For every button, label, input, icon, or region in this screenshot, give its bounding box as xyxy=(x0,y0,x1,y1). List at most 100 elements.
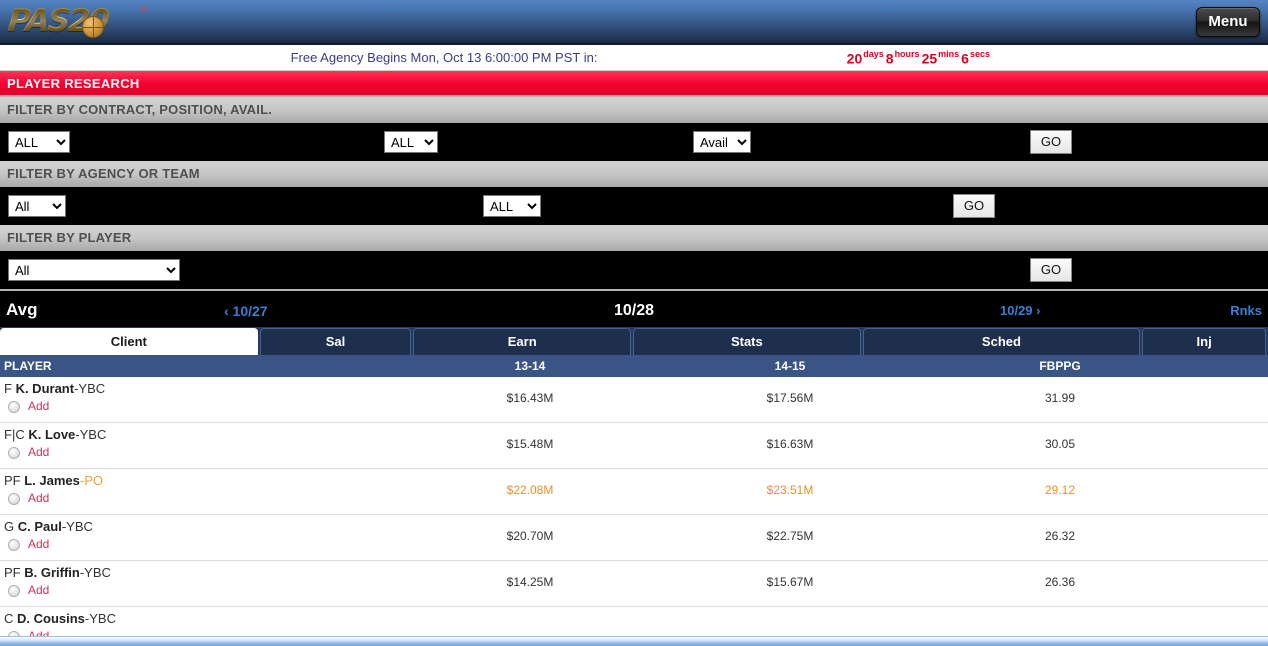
countdown-days: 20 xyxy=(846,50,863,67)
registered-mark: ® xyxy=(140,4,148,15)
player-go-button[interactable]: GO xyxy=(1030,258,1072,282)
cell-fbppg: 26.36 xyxy=(1044,575,1076,589)
select-player-radio[interactable] xyxy=(8,401,20,413)
filter-contract-heading: FILTER BY CONTRACT, POSITION, AVAIL. xyxy=(0,97,1268,123)
cell-sal-13-14: $14.25M xyxy=(506,575,554,589)
player-name-text: D. Cousins xyxy=(17,611,85,626)
agency-select[interactable]: All xyxy=(8,195,66,217)
player-status-suffix: -PO xyxy=(79,473,104,488)
filter-player-row: All GO xyxy=(0,251,1268,289)
tab-label: Inj xyxy=(1196,334,1212,349)
player-name-text: C. Paul xyxy=(17,519,62,534)
table-column-headers: PLAYER 13-14 14-15 FBPPG xyxy=(0,355,1268,377)
page-title: PLAYER RESEARCH xyxy=(0,71,1268,97)
tab-bar: Client Sal Earn Stats Sched Inj xyxy=(0,327,1268,355)
countdown-days-unit: days xyxy=(863,49,884,59)
add-player-link[interactable]: Add xyxy=(28,491,49,505)
player-position: G xyxy=(4,519,18,534)
table-row[interactable]: F|C K. Love-YBC Add $15.48M $16.63M 30.05 xyxy=(0,423,1268,469)
countdown-label: Free Agency Begins Mon, Oct 13 6:00:00 P… xyxy=(290,50,598,65)
column-header-fbppg: FBPPG xyxy=(1039,359,1081,373)
agency-go-button[interactable]: GO xyxy=(953,194,995,218)
player-name[interactable]: C D. Cousins-YBC xyxy=(4,611,116,626)
cell-sal-14-15: $17.56M xyxy=(766,391,814,405)
tab-earn[interactable]: Earn xyxy=(413,328,632,355)
position-select[interactable]: ALL xyxy=(384,131,438,153)
countdown-hours: 8 xyxy=(885,50,894,67)
filter-agency-row: All ALL GO xyxy=(0,187,1268,225)
countdown-secs-unit: secs xyxy=(969,49,990,59)
countdown-mins: 25 xyxy=(921,50,938,67)
add-player-link[interactable]: Add xyxy=(28,583,49,597)
contract-go-button[interactable]: GO xyxy=(1030,130,1072,154)
table-row[interactable]: PF L. James-PO Add $22.08M $23.51M 29.12 xyxy=(0,469,1268,515)
menu-button[interactable]: Menu xyxy=(1196,7,1260,37)
table-row[interactable]: G C. Paul-YBC Add $20.70M $22.75M 26.32 xyxy=(0,515,1268,561)
tab-label: Client xyxy=(110,334,147,349)
player-position: F|C xyxy=(4,427,29,442)
player-position: C xyxy=(4,611,17,626)
cell-fbppg: 31.99 xyxy=(1044,391,1076,405)
player-name[interactable]: F|C K. Love-YBC xyxy=(4,427,106,442)
ranks-link[interactable]: Rnks xyxy=(1230,303,1262,318)
tab-label: Earn xyxy=(507,334,537,349)
player-select[interactable]: All xyxy=(8,259,180,281)
date-navigation-bar: Avg ‹ 10/27 10/28 10/29 › Rnks xyxy=(0,289,1268,327)
team-select[interactable]: ALL xyxy=(483,195,541,217)
cell-sal-14-15: $16.63M xyxy=(766,437,814,451)
player-name[interactable]: PF L. James-PO xyxy=(4,473,103,488)
player-status-suffix: -YBC xyxy=(75,427,107,442)
cell-fbppg: 30.05 xyxy=(1044,437,1076,451)
player-name[interactable]: PF B. Griffin-YBC xyxy=(4,565,111,580)
player-status-suffix: -YBC xyxy=(74,381,106,396)
table-row[interactable]: F K. Durant-YBC Add $16.43M $17.56M 31.99 xyxy=(0,377,1268,423)
player-name-text: B. Griffin xyxy=(24,565,80,580)
cell-sal-13-14: $15.48M xyxy=(506,437,554,451)
add-player-link[interactable]: Add xyxy=(28,445,49,459)
player-position: PF xyxy=(4,473,25,488)
tab-client[interactable]: Client xyxy=(0,328,258,355)
basketball-icon xyxy=(82,16,104,38)
cell-sal-14-15: $22.75M xyxy=(766,529,814,543)
tab-label: Sal xyxy=(325,334,346,349)
player-table-body: F K. Durant-YBC Add $16.43M $17.56M 31.99 F|C… xyxy=(0,377,1268,646)
select-player-radio[interactable] xyxy=(8,585,20,597)
player-position: F xyxy=(4,381,16,396)
add-player-link[interactable]: Add xyxy=(28,537,49,551)
player-name-text: K. Love xyxy=(28,427,76,442)
countdown-mins-unit: mins xyxy=(938,49,960,59)
select-player-radio[interactable] xyxy=(8,447,20,459)
countdown-bar: Free Agency Begins Mon, Oct 13 6:00:00 P… xyxy=(0,45,1268,71)
contract-select[interactable]: ALL xyxy=(8,131,70,153)
tab-sched[interactable]: Sched xyxy=(862,328,1141,355)
column-header-13-14: 13-14 xyxy=(514,359,546,373)
current-date-label: 10/28 xyxy=(613,302,655,319)
cell-sal-13-14: $16.43M xyxy=(506,391,554,405)
column-header-player: PLAYER xyxy=(4,359,52,373)
cell-sal-14-15: $15.67M xyxy=(766,575,814,589)
next-date-link[interactable]: 10/29 › xyxy=(1000,303,1040,318)
horizontal-scrollbar[interactable] xyxy=(0,636,1268,646)
player-name[interactable]: F K. Durant-YBC xyxy=(4,381,105,396)
table-row[interactable]: PF B. Griffin-YBC Add $14.25M $15.67M 26.36 xyxy=(0,561,1268,607)
filter-contract-row: ALL ALL Avail GO xyxy=(0,123,1268,161)
select-player-radio[interactable] xyxy=(8,539,20,551)
tab-stats[interactable]: Stats xyxy=(633,328,861,355)
player-name[interactable]: G C. Paul-YBC xyxy=(4,519,93,534)
cell-sal-14-15: $23.51M xyxy=(766,483,814,497)
player-position: PF xyxy=(4,565,25,580)
cell-sal-13-14: $22.08M xyxy=(506,483,554,497)
player-name-text: L. James xyxy=(24,473,80,488)
tab-sal[interactable]: Sal xyxy=(259,328,412,355)
countdown-secs: 6 xyxy=(961,50,969,67)
availability-select[interactable]: Avail xyxy=(693,131,751,153)
select-player-radio[interactable] xyxy=(8,493,20,505)
cell-sal-13-14: $20.70M xyxy=(506,529,554,543)
cell-fbppg: 26.32 xyxy=(1044,529,1076,543)
tab-inj[interactable]: Inj xyxy=(1142,328,1267,355)
filter-agency-heading: FILTER BY AGENCY OR TEAM xyxy=(0,161,1268,187)
column-header-14-15: 14-15 xyxy=(774,359,806,373)
countdown-hours-unit: hours xyxy=(894,49,920,59)
add-player-link[interactable]: Add xyxy=(28,399,49,413)
tab-label: Stats xyxy=(730,334,763,349)
